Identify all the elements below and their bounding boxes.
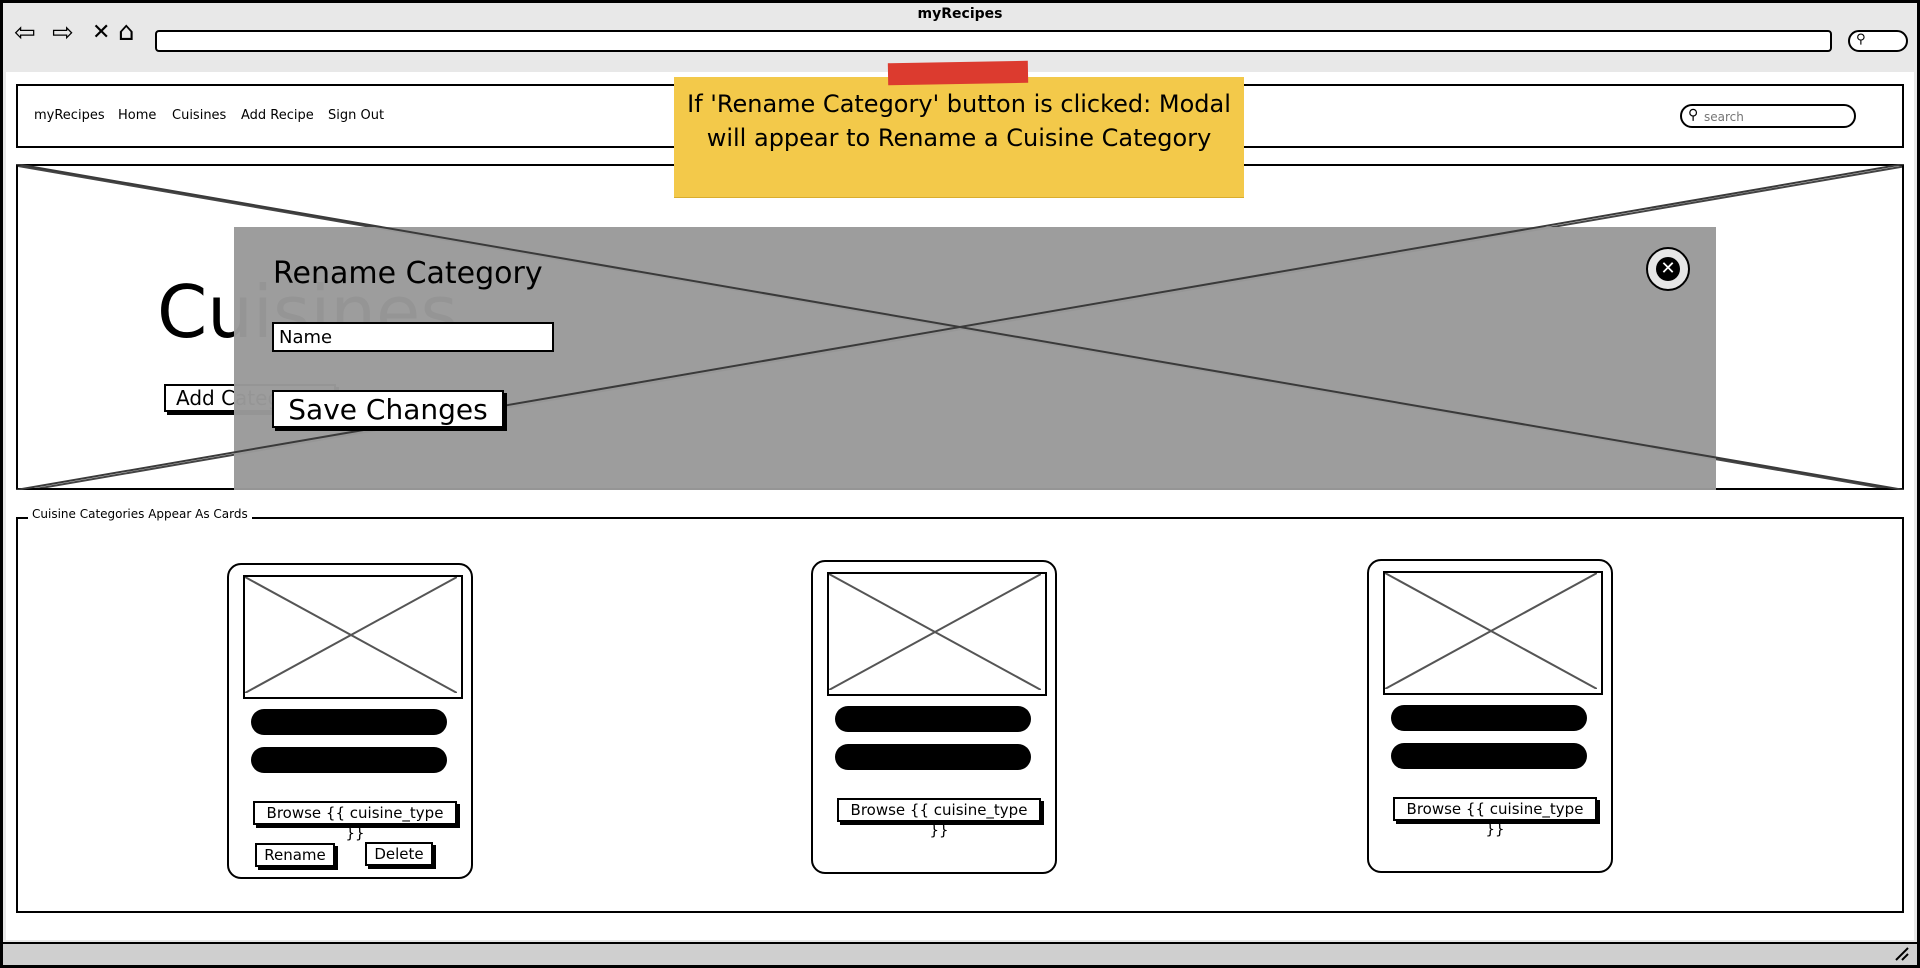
rename-category-button[interactable]: Rename [255, 843, 335, 867]
text-placeholder [251, 747, 447, 773]
tape-strip [887, 60, 1029, 86]
cuisine-card: Browse {{ cuisine_type }} [811, 560, 1057, 874]
nav-link-add-recipe[interactable]: Add Recipe [241, 108, 314, 123]
cuisine-card: Browse {{ cuisine_type }} [1367, 559, 1613, 873]
home-icon[interactable]: ⌂ [118, 19, 135, 45]
card-image-placeholder [243, 575, 463, 699]
nav-link-cuisines[interactable]: Cuisines [172, 108, 226, 123]
category-name-input[interactable] [272, 322, 554, 352]
stop-icon[interactable]: ✕ [92, 20, 110, 46]
text-placeholder [835, 706, 1031, 732]
nav-brand[interactable]: myRecipes [34, 108, 105, 123]
browser-search-button[interactable]: ⚲ [1848, 30, 1908, 52]
browse-cuisine-button[interactable]: Browse {{ cuisine_type }} [253, 801, 457, 842]
address-bar[interactable] [155, 30, 1832, 52]
text-placeholder [1391, 705, 1587, 731]
text-placeholder [251, 709, 447, 735]
cuisine-card: Browse {{ cuisine_type }} Rename Delete [227, 563, 473, 879]
forward-icon[interactable]: ⇨ [52, 20, 74, 46]
nav-search-input[interactable] [1704, 108, 1849, 125]
nav-link-home[interactable]: Home [118, 108, 156, 123]
cards-section-legend: Cuisine Categories Appear As Cards [28, 507, 252, 521]
text-placeholder [835, 744, 1031, 770]
status-bar [3, 942, 1917, 965]
card-image-placeholder [827, 572, 1047, 696]
resize-handle-icon[interactable] [1894, 946, 1910, 966]
image-placeholder-icon [1384, 572, 1598, 690]
search-icon: ⚲ [1856, 32, 1866, 47]
image-placeholder-icon [244, 576, 458, 694]
window-title: myRecipes [917, 6, 1003, 22]
modal-title: Rename Category [273, 256, 543, 291]
browse-cuisine-button[interactable]: Browse {{ cuisine_type }} [1393, 797, 1597, 838]
search-icon: ⚲ [1688, 107, 1699, 123]
image-placeholder-icon [828, 573, 1042, 691]
modal-close-button[interactable]: ✕ [1646, 247, 1690, 291]
nav-link-sign-out[interactable]: Sign Out [328, 108, 384, 123]
nav-search: ⚲ [1680, 104, 1856, 128]
browse-cuisine-button[interactable]: Browse {{ cuisine_type }} [837, 798, 1041, 839]
text-placeholder [1391, 743, 1587, 769]
card-image-placeholder [1383, 571, 1603, 695]
save-changes-button[interactable]: Save Changes [272, 390, 504, 428]
sticky-note: If 'Rename Category' button is clicked: … [674, 77, 1244, 197]
back-icon[interactable]: ⇦ [14, 20, 36, 46]
close-icon: ✕ [1656, 257, 1680, 281]
delete-category-button[interactable]: Delete [365, 842, 433, 866]
